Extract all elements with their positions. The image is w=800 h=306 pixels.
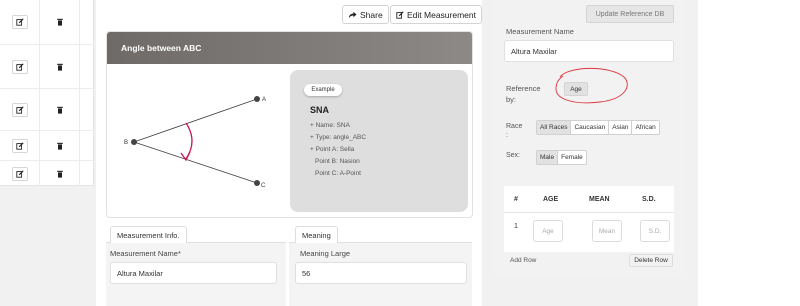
list-item (0, 88, 94, 130)
race-option[interactable]: Caucasian (570, 121, 609, 134)
reference-table: # AGE MEAN S.D. 1 Age Mean S.D. (504, 186, 674, 252)
point-a-marker (254, 96, 260, 102)
angle-diagram-card: Angle between ABC B A C Example SNA + Na… (106, 31, 473, 218)
table-divider (504, 212, 674, 213)
example-badge: Example (304, 84, 342, 96)
tab-meaning[interactable]: Meaning (295, 226, 338, 243)
delete-button[interactable] (51, 166, 68, 181)
example-line: + Type: angle_ABC (310, 134, 367, 141)
point-c-label: C (261, 183, 266, 189)
edit-button[interactable] (11, 15, 28, 29)
column-header: AGE (543, 196, 559, 203)
list-item (0, 160, 94, 186)
column-header: # (514, 196, 518, 203)
list-item (0, 130, 94, 160)
example-line: + Point A: Sella (310, 146, 355, 153)
red-annotation-ellipse (555, 67, 628, 104)
race-option[interactable]: Asian (608, 121, 632, 134)
diagram-title: Angle between ABC (107, 32, 472, 64)
row-number: 1 (514, 223, 518, 230)
edit-icon (15, 105, 24, 114)
measurement-name-field[interactable]: Altura Maxilar (110, 262, 277, 284)
right-background (698, 0, 800, 306)
reference-measurement-name-label: Measurement Name (506, 27, 574, 36)
point-b-marker (131, 139, 137, 145)
reference-measurement-name-field[interactable]: Altura Maxilar (504, 40, 674, 62)
edit-button[interactable] (11, 166, 28, 181)
example-line: Point B: Nasion (315, 158, 360, 165)
meaning-large-label: Meaning Large (300, 249, 351, 258)
reference-by-label: Reference by: (506, 84, 541, 104)
share-icon (348, 11, 357, 18)
sex-option[interactable]: Female (557, 151, 586, 164)
example-name: SNA (310, 105, 330, 115)
angle-diagram: B A C (124, 96, 266, 189)
measurement-list-panel (0, 0, 94, 186)
edit-button[interactable] (11, 59, 28, 74)
example-box: Example SNA + Name: SNA + Type: angle_AB… (290, 70, 468, 212)
sd-input[interactable]: S.D. (640, 220, 670, 242)
race-option[interactable]: All Races (537, 121, 571, 134)
trash-icon (56, 18, 63, 26)
measurement-editor: Share Edit Measurement Angle between ABC… (96, 0, 482, 306)
race-label: Race : (506, 123, 523, 139)
edit-icon (15, 18, 24, 26)
edit-measurement-label: Edit Measurement (407, 9, 476, 20)
point-a-label: A (262, 97, 266, 103)
ray-bc (133, 141, 258, 184)
example-line: + Name: SNA (310, 122, 350, 129)
meaning-large-field[interactable]: 56 (295, 262, 467, 284)
trash-icon (56, 63, 63, 71)
column-header: MEAN (589, 196, 610, 203)
delete-button[interactable] (51, 59, 68, 74)
sex-option[interactable]: Male (537, 151, 558, 164)
point-c-marker (254, 180, 260, 186)
edit-button[interactable] (11, 138, 28, 153)
share-button[interactable]: Share (342, 5, 389, 24)
reference-panel: Update Reference DB Measurement Name Alt… (494, 0, 686, 278)
measurement-name-label: Measurement Name* (110, 249, 181, 258)
edit-icon (396, 10, 404, 19)
edit-measurement-button[interactable]: Edit Measurement (390, 5, 482, 24)
sex-selector: Male Female (536, 150, 587, 165)
delete-button[interactable] (51, 138, 68, 153)
race-option[interactable]: African (631, 121, 659, 134)
trash-icon (56, 106, 63, 114)
age-input[interactable]: Age (533, 220, 563, 242)
race-selector: All Races Caucasian Asian African (536, 120, 660, 135)
point-b-label: B (124, 140, 128, 146)
edit-icon (15, 141, 24, 150)
delete-button[interactable] (51, 15, 68, 29)
delete-button[interactable] (51, 102, 68, 117)
example-line: Point C: A-Point (315, 170, 361, 177)
list-item (0, 44, 94, 88)
trash-icon (56, 142, 63, 150)
trash-icon (56, 170, 63, 178)
list-item (0, 0, 94, 44)
delete-row-button[interactable]: Delete Row (629, 254, 673, 267)
mean-input[interactable]: Mean (592, 220, 622, 242)
edit-button[interactable] (11, 102, 28, 117)
edit-icon (15, 169, 24, 178)
add-row-button[interactable]: Add Row (510, 257, 536, 264)
edit-icon (15, 62, 24, 71)
update-reference-db-button[interactable]: Update Reference DB (586, 5, 674, 23)
tab-measurement-info[interactable]: Measurement Info. (110, 226, 187, 243)
share-label: Share (360, 9, 383, 20)
ray-ba (133, 98, 258, 143)
column-header: S.D. (642, 196, 656, 203)
sex-label: Sex: (506, 152, 521, 159)
